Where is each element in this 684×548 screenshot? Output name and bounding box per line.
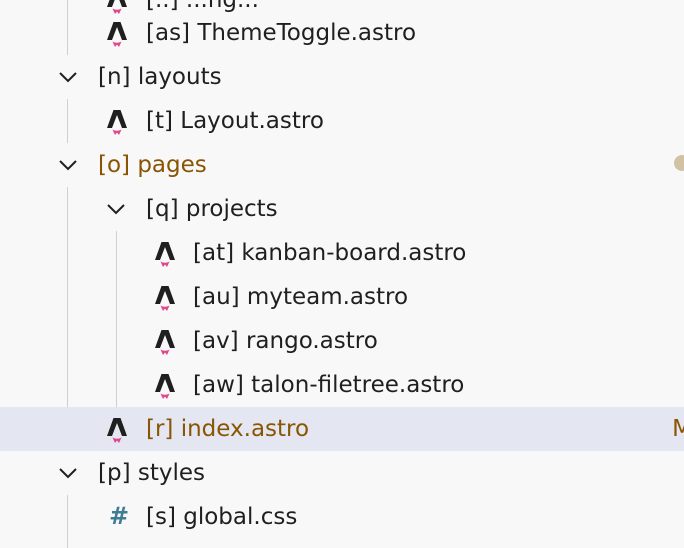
git-modified-badge: M <box>672 416 684 442</box>
tree-folder-styles[interactable]: [p] styles <box>0 451 684 495</box>
tree-folder-label: [q] projects <box>146 196 278 222</box>
chevron-down-icon[interactable] <box>55 64 81 90</box>
tree-row-layout[interactable]: [t] Layout.astro <box>0 99 684 143</box>
tree-row-label: [r] index.astro <box>146 416 310 442</box>
astro-icon <box>155 242 175 267</box>
hash-icon: # <box>108 502 130 530</box>
tree-row-label: [t] Layout.astro <box>146 108 324 134</box>
tree-row-theme-toggle[interactable]: [as] ThemeToggle.astro <box>0 11 684 55</box>
tree-row-label: [as] ThemeToggle.astro <box>146 20 417 46</box>
tree-row-label: [at] kanban-board.astro <box>193 240 467 266</box>
tree-row-label: [au] myteam.astro <box>193 284 409 310</box>
chevron-down-icon[interactable] <box>55 460 81 486</box>
tree-row-rango[interactable]: [av] rango.astro <box>0 319 684 363</box>
chevron-down-icon[interactable] <box>103 196 129 222</box>
tree-row-label: [av] rango.astro <box>193 328 378 354</box>
astro-icon <box>107 110 127 135</box>
tree-folder-projects[interactable]: [q] projects <box>0 187 684 231</box>
tree-folder-label: [n] layouts <box>98 64 222 90</box>
tree-row-label: [s] global.css <box>146 504 298 530</box>
tree-row-myteam[interactable]: [au] myteam.astro <box>0 275 684 319</box>
tree-row-talon[interactable]: [aw] talon-filetree.astro <box>0 363 684 407</box>
astro-icon <box>155 330 175 355</box>
tree-row-index[interactable]: [r] index.astro M <box>0 407 684 451</box>
modified-dot <box>674 155 684 171</box>
file-explorer-tree: [..] ...ng... [as] ThemeToggle.astro [n]… <box>0 0 684 548</box>
chevron-down-icon[interactable] <box>55 152 81 178</box>
astro-icon <box>107 418 127 443</box>
astro-icon <box>155 374 175 399</box>
tree-folder-label: [o] pages <box>98 152 207 178</box>
tree-folder-pages[interactable]: [o] pages <box>0 143 684 187</box>
tree-row-kanban[interactable]: [at] kanban-board.astro <box>0 231 684 275</box>
astro-icon <box>107 22 127 47</box>
tree-folder-label: [p] styles <box>98 460 205 486</box>
tree-row-label: [aw] talon-filetree.astro <box>193 372 465 398</box>
tree-row-global-css[interactable]: # [s] global.css <box>0 495 684 539</box>
tree-folder-layouts[interactable]: [n] layouts <box>0 55 684 99</box>
astro-icon <box>155 286 175 311</box>
